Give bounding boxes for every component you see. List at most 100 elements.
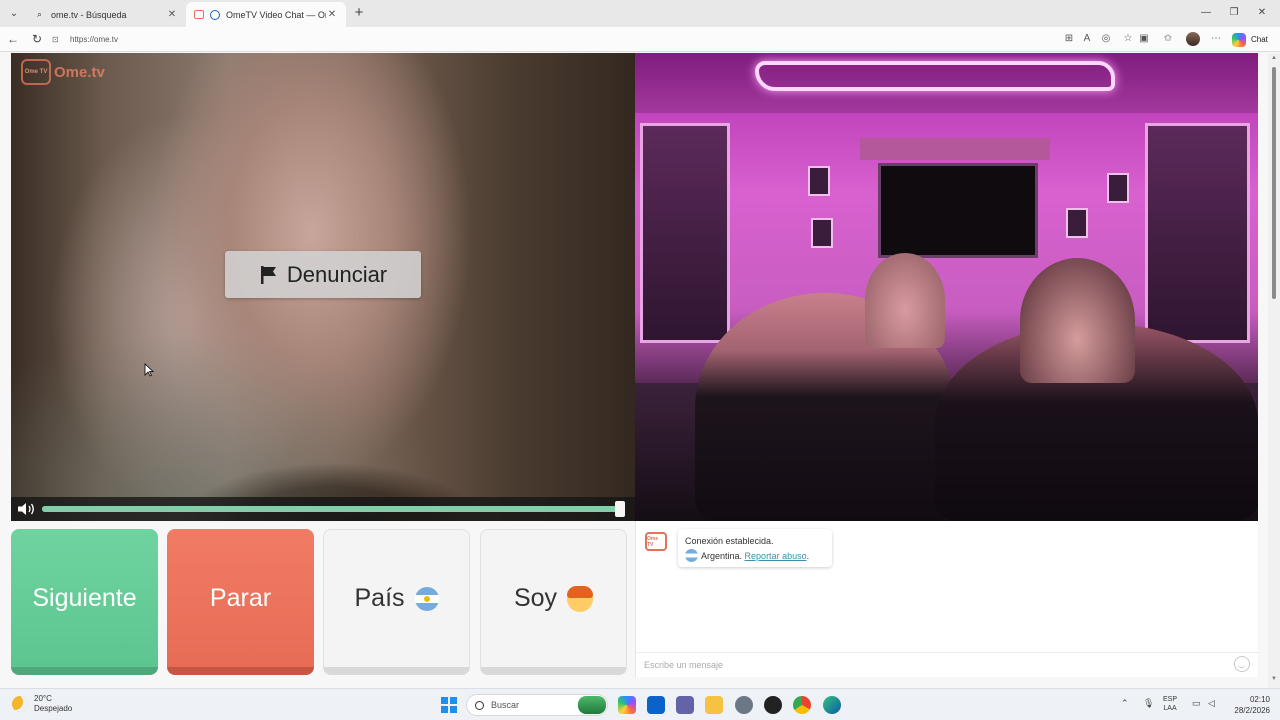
moon-icon (12, 696, 28, 712)
outlook-icon[interactable] (647, 696, 665, 714)
mouse-cursor-icon (144, 363, 154, 377)
address-bar-row: ← ↻ ⊡ https://ome.tv ⊞ A ◎ ☆ ▣ ✩ ⋯ Chat (0, 27, 1280, 52)
video-frame (1107, 173, 1129, 203)
microphone-icon[interactable]: 🎙 (1143, 698, 1154, 709)
tray-chevron-icon[interactable]: ⌃ (1121, 698, 1129, 709)
site-info-icon[interactable]: ⊡ (52, 35, 64, 44)
video-window-right (1145, 123, 1250, 343)
argentina-flag-icon (685, 549, 698, 562)
next-button[interactable]: Siguiente (11, 529, 158, 675)
search-placeholder: Buscar (491, 700, 520, 710)
browser-tab-bar: ⌄ ⌕ ome.tv - Búsqueda ✕ OmeTV Video Chat… (0, 0, 1280, 27)
scroll-up-icon[interactable]: ▲ (1268, 55, 1280, 65)
lang-bottom: LAA (1163, 705, 1177, 712)
minimize-icon[interactable]: — (1198, 5, 1214, 21)
copilot-taskbar-icon[interactable] (618, 696, 636, 714)
page-scrollbar[interactable]: ▲ ▼ (1268, 53, 1280, 688)
taskbar-clock[interactable]: 02:10 28/2/2026 (1226, 694, 1270, 716)
scroll-thumb[interactable] (1272, 67, 1276, 299)
stranger-video: Ome TV Ome.tv Denunciar (11, 53, 635, 521)
tab-label: OmeTV Video Chat — Omegle (226, 9, 326, 20)
video-tv (878, 163, 1038, 258)
profile-avatar[interactable] (1186, 32, 1200, 46)
tab-close-icon[interactable]: ✕ (326, 9, 338, 20)
search-favicon-icon: ⌕ (36, 9, 43, 19)
volume-slider-thumb[interactable] (615, 501, 625, 517)
settings-gear-icon[interactable] (735, 696, 753, 714)
connection-status: Conexión establecida. (685, 536, 774, 546)
country-line: Argentina. Reportar abuso. (685, 549, 825, 564)
lang-top: ESP (1163, 696, 1178, 703)
tab-label: ome.tv - Búsqueda (51, 9, 127, 20)
chat-label: Chat (1251, 35, 1268, 44)
language-indicator[interactable]: ESP LAA (1163, 695, 1177, 713)
windows-start-icon[interactable] (441, 697, 457, 713)
copilot-chat-button[interactable]: Chat (1232, 31, 1268, 48)
weather-widget[interactable]: 20°C Despejado (12, 694, 72, 714)
video-person-head (1020, 258, 1135, 383)
country-button[interactable]: País (323, 529, 470, 675)
boy-emoji-icon (567, 585, 594, 612)
argentina-flag-icon (414, 586, 439, 611)
temperature: 20°C (34, 694, 52, 703)
flag-icon (260, 265, 276, 284)
volume-control (11, 497, 635, 521)
chrome-icon[interactable] (793, 696, 811, 714)
read-aloud-icon[interactable]: A (1080, 32, 1094, 46)
network-icon[interactable]: ▭ (1192, 698, 1201, 709)
ometv-tv-icon: Ome TV (21, 59, 51, 85)
favorites-icon[interactable]: ✩ (1161, 32, 1175, 46)
install-app-icon[interactable]: ⊞ (1062, 32, 1076, 46)
trees-widget-icon[interactable] (578, 696, 606, 714)
message-input[interactable]: Escribe un mensaje (636, 652, 1259, 677)
tab-search[interactable]: ⌕ ome.tv - Búsqueda ✕ (26, 2, 186, 27)
copilot-icon (1232, 32, 1246, 47)
back-arrow-icon[interactable]: ← (5, 31, 21, 47)
tab-close-icon[interactable]: ✕ (166, 9, 178, 20)
tab-ometv[interactable]: OmeTV Video Chat — Omegle ✕ (186, 2, 346, 27)
ometv-favicon-icon (194, 10, 204, 19)
camera-icon[interactable]: ▣ (1137, 32, 1151, 46)
volume-tray-icon[interactable]: ◁ (1208, 698, 1215, 709)
recording-indicator-icon (210, 9, 220, 20)
logo-text: Ome.tv (54, 63, 105, 81)
search-icon (475, 700, 484, 710)
new-tab-button[interactable]: + (350, 4, 368, 22)
video-frame (1066, 208, 1088, 238)
stop-button[interactable]: Parar (167, 529, 314, 675)
abuse-suffix: . (806, 551, 810, 561)
gender-button[interactable]: Soy (480, 529, 627, 675)
self-video (635, 53, 1258, 521)
clock-date: 28/2/2026 (1234, 706, 1270, 715)
url-field[interactable]: ⊡ https://ome.tv (52, 30, 1052, 49)
scroll-down-icon[interactable]: ▼ (1268, 676, 1280, 686)
file-explorer-icon[interactable] (705, 696, 723, 714)
speaker-icon[interactable] (17, 502, 37, 516)
more-menu-icon[interactable]: ⋯ (1209, 32, 1223, 46)
favorite-star-icon[interactable]: ☆ (1121, 32, 1135, 46)
volume-slider[interactable] (42, 506, 622, 512)
video-frame (808, 166, 830, 196)
restore-icon[interactable]: ❐ (1226, 5, 1242, 21)
clock-time: 02:10 (1249, 695, 1270, 704)
neon-light (755, 61, 1115, 91)
reload-icon[interactable]: ↻ (29, 31, 45, 47)
stop-label: Parar (209, 583, 272, 612)
translate-icon[interactable]: ◎ (1099, 32, 1113, 46)
next-label: Siguiente (32, 583, 137, 612)
video-person-head (865, 253, 945, 348)
close-window-icon[interactable]: ✕ (1254, 5, 1270, 21)
emoji-smile-icon[interactable] (1234, 656, 1250, 672)
teams-icon[interactable] (676, 696, 694, 714)
report-abuse-link[interactable]: Reportar abuso (745, 551, 807, 561)
obs-icon[interactable] (764, 696, 782, 714)
tab-list-chevron-icon[interactable]: ⌄ (4, 4, 24, 22)
system-message: Conexión establecida. Argentina. Reporta… (678, 529, 832, 567)
volume-fill (42, 506, 622, 512)
video-frame (811, 218, 833, 248)
country-name: Argentina. (701, 551, 743, 561)
edge-icon[interactable] (823, 696, 841, 714)
report-label: Denunciar (286, 261, 388, 287)
report-button[interactable]: Denunciar (225, 251, 421, 298)
video-shelf (860, 138, 1050, 160)
